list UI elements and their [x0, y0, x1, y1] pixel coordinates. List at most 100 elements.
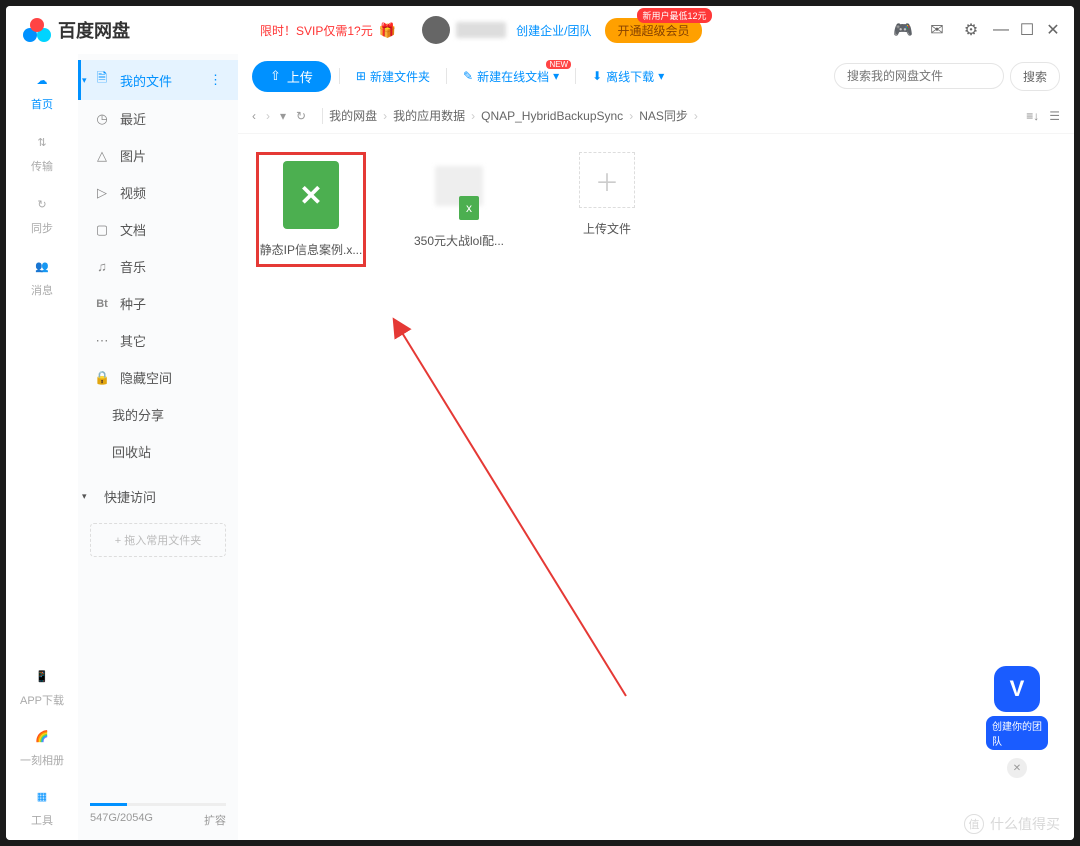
file-name: 静态IP信息案例.x...: [260, 241, 363, 258]
more-icon[interactable]: ⋮: [209, 72, 222, 88]
nav-sync[interactable]: ↻ 同步: [30, 192, 54, 236]
vip-badge: 新用户最低12元: [637, 8, 711, 23]
search-button[interactable]: 搜索: [1010, 62, 1060, 91]
toolbar: ⇧上传 ⊞新建文件夹 ✎新建在线文档▾ NEW ⬇离线下载▾ 搜索: [238, 54, 1074, 98]
username-blurred: [456, 22, 506, 38]
sidebar-other[interactable]: ⋯其它: [78, 322, 238, 359]
storage-text: 547G/2054G: [90, 812, 153, 828]
sidebar: ▾ 🗎 我的文件 ⋮ ◷最近 △图片 ▷视频 ▢文档 ♫音乐 Bt种子 ⋯其它 …: [78, 54, 238, 840]
nav-transfer[interactable]: ⇅ 传输: [30, 130, 54, 174]
nav-app-download[interactable]: 📱 APP下载: [20, 664, 64, 708]
file-name: 上传文件: [583, 220, 631, 237]
upload-button[interactable]: ⇧上传: [252, 61, 331, 92]
nav-album[interactable]: 🌈 一刻相册: [20, 724, 64, 768]
sidebar-trash[interactable]: 回收站: [78, 433, 238, 470]
forward-icon[interactable]: ›: [266, 109, 270, 123]
lock-icon: 🔒: [94, 370, 110, 386]
maximize-icon[interactable]: ☐: [1018, 21, 1036, 39]
refresh-icon[interactable]: ↻: [296, 109, 306, 123]
content-area: ⇧上传 ⊞新建文件夹 ✎新建在线文档▾ NEW ⬇离线下载▾ 搜索 ‹: [238, 54, 1074, 840]
music-icon: ♫: [94, 259, 110, 274]
v-icon: V: [994, 666, 1040, 712]
vip-button[interactable]: 开通超级会员 新用户最低12元: [605, 18, 701, 43]
new-doc-button[interactable]: ✎新建在线文档▾ NEW: [455, 68, 567, 85]
back-icon[interactable]: ‹: [252, 109, 256, 123]
chevron-down-icon: ▾: [82, 75, 87, 86]
sort-icon[interactable]: ≡↓: [1026, 109, 1039, 123]
sidebar-images[interactable]: △图片: [78, 137, 238, 174]
file-name: 350元大战lol配...: [414, 232, 504, 249]
chevron-down-icon: ▾: [553, 69, 559, 83]
play-icon: ▷: [94, 185, 110, 201]
transfer-icon: ⇅: [30, 130, 54, 154]
thumbnail-icon: x: [431, 152, 487, 220]
dots-icon: ⋯: [94, 333, 110, 349]
breadcrumb-item[interactable]: QNAP_HybridBackupSync: [481, 109, 623, 123]
sync-icon: ↻: [30, 192, 54, 216]
gear-icon[interactable]: ⚙: [962, 21, 980, 39]
watermark: 值 什么值得买: [964, 814, 1060, 834]
expand-link[interactable]: 扩容: [204, 812, 226, 828]
nav-rail: ☁ 首页 ⇅ 传输 ↻ 同步 👥 消息 📱 APP下载 �: [6, 54, 78, 840]
doc-icon: ▢: [94, 222, 110, 238]
logo-icon: [22, 17, 52, 43]
storage-footer: 547G/2054G 扩容: [78, 803, 238, 834]
people-icon: 👥: [30, 254, 54, 278]
clock-icon: ◷: [94, 111, 110, 127]
upload-icon: ⇧: [270, 68, 281, 84]
folder-icon: 🗎: [94, 69, 110, 91]
promo-text[interactable]: 限时！SVIP仅需1?元 🎁: [260, 22, 396, 39]
file-item[interactable]: x 350元大战lol配...: [404, 152, 514, 249]
file-grid: ✕ 静态IP信息案例.x... x 350元大战lol配... ＋ 上传文件: [238, 134, 1074, 840]
app-name: 百度网盘: [58, 17, 130, 43]
chevron-down-icon: ▾: [658, 69, 664, 83]
file-item[interactable]: ✕ 静态IP信息案例.x...: [256, 152, 366, 267]
phone-icon: 📱: [30, 664, 54, 688]
chevron-down-icon[interactable]: ▾: [280, 109, 286, 123]
sidebar-torrents[interactable]: Bt种子: [78, 285, 238, 322]
doc-plus-icon: ✎: [463, 69, 473, 83]
quick-drop-zone[interactable]: + 拖入常用文件夹: [90, 523, 226, 557]
breadcrumb-item[interactable]: 我的网盘: [329, 107, 377, 124]
sidebar-recent[interactable]: ◷最近: [78, 100, 238, 137]
nav-tools[interactable]: ▦ 工具: [30, 784, 54, 828]
plus-icon: ＋: [579, 152, 635, 208]
new-badge: NEW: [546, 60, 571, 69]
mail-icon[interactable]: ✉: [928, 21, 946, 39]
sidebar-quick[interactable]: ▾ 快捷访问: [78, 478, 238, 515]
nav-home[interactable]: ☁ 首页: [30, 68, 54, 112]
titlebar: 百度网盘 限时！SVIP仅需1?元 🎁 创建企业/团队 开通超级会员 新用户最低…: [6, 6, 1074, 54]
offline-download-button[interactable]: ⬇离线下载▾: [584, 68, 672, 85]
sidebar-hidden[interactable]: 🔒隐藏空间: [78, 359, 238, 396]
image-icon: △: [94, 148, 110, 164]
minimize-icon[interactable]: —: [992, 21, 1010, 39]
sidebar-my-files[interactable]: ▾ 🗎 我的文件 ⋮: [78, 60, 238, 100]
chevron-down-icon: ▾: [82, 491, 87, 502]
sidebar-docs[interactable]: ▢文档: [78, 211, 238, 248]
breadcrumb-item[interactable]: 我的应用数据: [393, 107, 465, 124]
close-fab-icon[interactable]: ✕: [1007, 758, 1027, 778]
watermark-icon: 值: [964, 814, 984, 834]
breadcrumb-item[interactable]: NAS同步: [639, 107, 688, 124]
sidebar-videos[interactable]: ▷视频: [78, 174, 238, 211]
nav-messages[interactable]: 👥 消息: [30, 254, 54, 298]
xlsx-icon: ✕: [283, 161, 339, 229]
team-fab[interactable]: V 创建你的团队 ✕: [986, 666, 1048, 778]
bt-icon: Bt: [94, 298, 110, 310]
gift-icon: 🎁: [379, 22, 396, 39]
user-avatar[interactable]: [422, 16, 450, 44]
grid-icon: ▦: [30, 784, 54, 808]
sidebar-music[interactable]: ♫音乐: [78, 248, 238, 285]
breadcrumb: ‹ › ▾ ↻ 我的网盘› 我的应用数据› QNAP_HybridBackupS…: [238, 98, 1074, 134]
app-logo: 百度网盘: [22, 17, 130, 43]
upload-tile[interactable]: ＋ 上传文件: [552, 152, 662, 237]
search-input[interactable]: [834, 63, 1004, 89]
xlsx-badge-icon: x: [459, 196, 479, 220]
sidebar-shares[interactable]: 我的分享: [78, 396, 238, 433]
list-view-icon[interactable]: ☰: [1049, 109, 1060, 123]
new-folder-button[interactable]: ⊞新建文件夹: [348, 68, 438, 85]
close-icon[interactable]: ✕: [1044, 21, 1062, 39]
cloud-icon: ☁: [30, 68, 54, 92]
game-icon[interactable]: 🎮: [894, 21, 912, 39]
create-team-link[interactable]: 创建企业/团队: [516, 22, 591, 39]
